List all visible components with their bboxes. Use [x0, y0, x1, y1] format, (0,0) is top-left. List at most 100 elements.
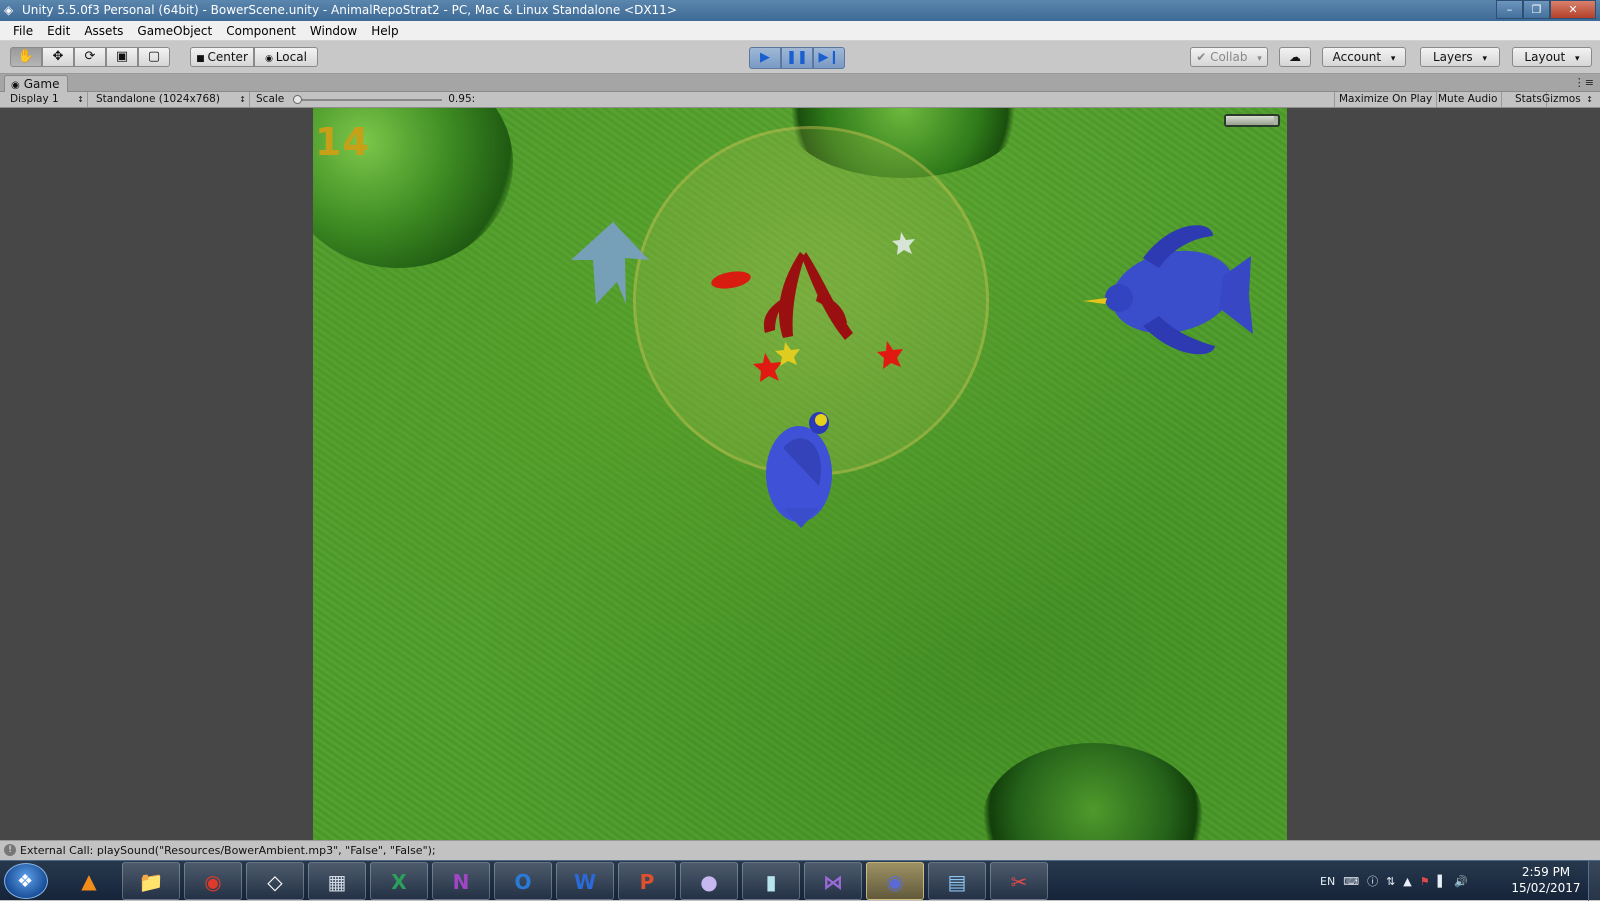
- restore-button[interactable]: ❐: [1523, 0, 1550, 19]
- play-icon[interactable]: ▶: [749, 47, 781, 69]
- menu-help[interactable]: Help: [364, 21, 405, 41]
- red-flower-item: [753, 353, 782, 382]
- account-dropdown[interactable]: Account: [1322, 47, 1406, 67]
- main-toolbar: ✋ ✥ ⟳ ▣ ▢ ■ Center ◉ Local ▶ ❚❚ ▶❙ ✔ Col…: [0, 41, 1600, 74]
- menu-gameobject[interactable]: GameObject: [130, 21, 219, 41]
- scale-slider[interactable]: [293, 94, 443, 104]
- clock[interactable]: 2:59 PM 15/02/2017: [1504, 864, 1588, 896]
- window-title-bar[interactable]: ◈ Unity 5.5.0f3 Personal (64bit) - Bower…: [0, 0, 1600, 21]
- display-label: Display 1: [10, 93, 59, 105]
- rect-tool-icon[interactable]: ▢: [138, 47, 170, 67]
- game-sprites: [571, 222, 1253, 528]
- tab-game[interactable]: ◉ Game: [4, 75, 69, 92]
- game-tab-label: Game: [23, 77, 60, 91]
- direction-arrow-icon: [571, 222, 649, 304]
- move-tool-icon[interactable]: ✥: [42, 47, 74, 67]
- game-viewport[interactable]: 14: [313, 108, 1287, 840]
- snipping-tool-icon[interactable]: ✂: [990, 862, 1048, 900]
- paper-icon[interactable]: ▮: [742, 862, 800, 900]
- clock-time: 2:59 PM: [1521, 865, 1571, 879]
- menu-bar: File Edit Assets GameObject Component Wi…: [0, 21, 1600, 41]
- transform-tools: ✋ ✥ ⟳ ▣ ▢: [10, 47, 170, 67]
- tray-expand-icon[interactable]: ▲: [1403, 875, 1411, 888]
- collab-check-icon: ✔: [1196, 50, 1211, 64]
- pivot-local-label: Local: [275, 50, 307, 64]
- white-flower-item: [892, 232, 915, 255]
- cloud-icon[interactable]: ☁: [1279, 47, 1311, 67]
- photo-viewer-icon[interactable]: ▤: [928, 862, 986, 900]
- onenote-icon[interactable]: N: [432, 862, 490, 900]
- scale-control: Scale 0.95:: [256, 92, 475, 107]
- resolution-label: Standalone (1024x768): [96, 93, 220, 105]
- menu-file[interactable]: File: [6, 21, 40, 41]
- account-label: Account: [1332, 50, 1382, 64]
- word-icon[interactable]: W: [556, 862, 614, 900]
- red-feather-item: [711, 271, 751, 289]
- keyboard-icon[interactable]: ⌨: [1343, 875, 1359, 888]
- clock-date: 15/02/2017: [1511, 881, 1581, 895]
- windows-taskbar: ❖ ▲ 📁 ◉ ◇ ▦ X N O W P ● ▮ ⋈ ◉ ▤ ✂ EN ⌨ ⓘ…: [0, 860, 1600, 901]
- layers-dropdown[interactable]: Layers: [1420, 47, 1500, 67]
- volume-icon[interactable]: 🔊: [1454, 875, 1468, 888]
- menu-window[interactable]: Window: [303, 21, 364, 41]
- calculator-icon[interactable]: ▦: [308, 862, 366, 900]
- layout-label: Layout: [1524, 50, 1566, 64]
- gizmos-label: Gizmos: [1542, 93, 1581, 105]
- menu-component[interactable]: Component: [219, 21, 303, 41]
- unity-icon[interactable]: ◇: [246, 862, 304, 900]
- layout-dropdown[interactable]: Layout: [1512, 47, 1592, 67]
- pivot-local-button[interactable]: ◉ Local: [254, 47, 318, 67]
- red-bower-plant: [763, 252, 853, 340]
- collab-label: Collab: [1210, 50, 1248, 64]
- pivot-center-button[interactable]: ■ Center: [190, 47, 254, 67]
- close-button[interactable]: ✕: [1550, 0, 1596, 19]
- discord-icon[interactable]: ◉: [866, 862, 924, 900]
- display-select[interactable]: Display 1: [6, 92, 88, 107]
- outlook-icon[interactable]: O: [494, 862, 552, 900]
- window-controls: – ❐ ✕: [1496, 0, 1596, 19]
- menu-edit[interactable]: Edit: [40, 21, 77, 41]
- collab-button[interactable]: ✔ Collab: [1190, 47, 1268, 67]
- network-icon[interactable]: ▌: [1438, 875, 1446, 888]
- center-icon: ■: [196, 54, 208, 64]
- minimize-button[interactable]: –: [1496, 0, 1523, 19]
- action-center-icon[interactable]: ⚑: [1420, 875, 1430, 888]
- game-view-panel: 14: [0, 108, 1600, 840]
- visual-studio-icon[interactable]: ⋈: [804, 862, 862, 900]
- step-icon[interactable]: ▶❙: [813, 47, 845, 69]
- sync-icon[interactable]: ⇅: [1386, 875, 1395, 888]
- gizmos-dropdown[interactable]: Gizmos: [1538, 92, 1596, 107]
- tab-menu-icon[interactable]: ⋮≡: [1574, 76, 1594, 89]
- scale-tool-icon[interactable]: ▣: [106, 47, 138, 67]
- tab-row: ◉ Game ⋮≡: [0, 74, 1600, 92]
- explorer-icon[interactable]: 📁: [122, 862, 180, 900]
- language-indicator[interactable]: EN: [1320, 875, 1335, 888]
- unity-app-icon: ◈: [4, 3, 14, 17]
- system-tray: EN ⌨ ⓘ ⇅ ▲ ⚑ ▌ 🔊: [1320, 861, 1468, 901]
- scale-slider-thumb[interactable]: [293, 94, 303, 104]
- github-icon[interactable]: ●: [680, 862, 738, 900]
- help-icon[interactable]: ⓘ: [1367, 873, 1378, 889]
- pause-icon[interactable]: ❚❚: [781, 47, 813, 69]
- chrome-icon[interactable]: ◉: [184, 862, 242, 900]
- resolution-select[interactable]: Standalone (1024x768): [92, 92, 250, 107]
- layers-label: Layers: [1432, 50, 1473, 64]
- window-title: Unity 5.5.0f3 Personal (64bit) - BowerSc…: [22, 3, 677, 17]
- status-message: External Call: playSound("Resources/Bowe…: [20, 844, 436, 857]
- menu-assets[interactable]: Assets: [77, 21, 130, 41]
- scale-label: Scale: [256, 93, 285, 105]
- status-bar[interactable]: ! External Call: playSound("Resources/Bo…: [0, 840, 1600, 860]
- game-tab-icon: ◉: [11, 80, 20, 91]
- excel-icon[interactable]: X: [370, 862, 428, 900]
- rotate-tool-icon[interactable]: ⟳: [74, 47, 106, 67]
- show-desktop-button[interactable]: [1588, 861, 1600, 901]
- mute-audio-toggle[interactable]: Mute Audio: [1434, 92, 1503, 107]
- maximize-on-play-toggle[interactable]: Maximize On Play: [1334, 92, 1438, 107]
- local-icon: ◉: [265, 54, 276, 64]
- info-icon: !: [4, 844, 16, 856]
- vlc-icon[interactable]: ▲: [60, 862, 118, 900]
- maximize-on-play-label: Maximize On Play: [1339, 93, 1433, 105]
- start-icon[interactable]: ❖: [4, 863, 48, 899]
- hand-tool-icon[interactable]: ✋: [10, 47, 42, 67]
- powerpoint-icon[interactable]: P: [618, 862, 676, 900]
